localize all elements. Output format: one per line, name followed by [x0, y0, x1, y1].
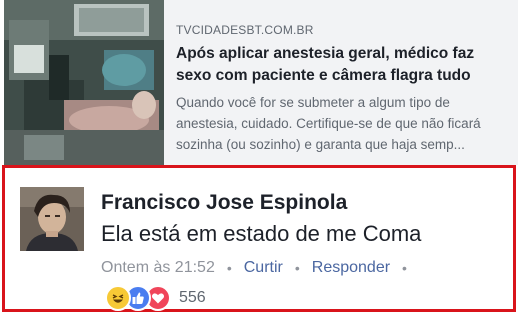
comment-actions: Ontem às 21:52 • Curtir • Responder •	[101, 257, 419, 279]
comment-timestamp[interactable]: Ontem às 21:52	[101, 257, 215, 279]
comment-text: Ela está em estado de me Coma	[101, 221, 422, 246]
reply-button[interactable]: Responder	[312, 257, 390, 279]
link-description: Quando você for se submeter a algum tipo…	[176, 92, 510, 155]
facebook-post-fragment: TVCIDADESBT.COM.BR Após aplicar anestesi…	[0, 0, 518, 314]
link-title[interactable]: Após aplicar anestesia geral, médico faz…	[176, 43, 510, 87]
link-description-line: anestesia, cuidado. Certifique-se de que…	[176, 116, 481, 131]
haha-icon	[105, 285, 131, 311]
reaction-summary[interactable]: 556	[105, 285, 206, 311]
link-title-line: sexo com paciente e câmera flagra tudo	[176, 67, 471, 84]
comment-author-name[interactable]: Francisco Jose Espinola	[101, 189, 347, 217]
reaction-count[interactable]: 556	[179, 287, 206, 309]
separator-dot: •	[294, 260, 300, 276]
link-description-line: sozinha (ou sozinho) e garanta que haja …	[176, 137, 465, 152]
link-title-line: Após aplicar anestesia geral, médico faz	[176, 45, 475, 62]
avatar[interactable]	[20, 187, 84, 251]
link-domain: TVCIDADESBT.COM.BR	[176, 23, 314, 37]
link-preview-thumbnail[interactable]	[4, 0, 164, 165]
separator-dot: •	[402, 260, 407, 276]
surgery-room-image	[4, 0, 164, 165]
highlighted-comment: Francisco Jose Espinola Ela está em esta…	[2, 165, 516, 312]
link-preview-text[interactable]: TVCIDADESBT.COM.BR Após aplicar anestesi…	[164, 0, 518, 165]
link-preview-card[interactable]: TVCIDADESBT.COM.BR Após aplicar anestesi…	[4, 0, 518, 165]
profile-photo	[20, 187, 84, 251]
like-button[interactable]: Curtir	[244, 257, 283, 279]
separator-dot: •	[226, 260, 232, 276]
link-description-line: Quando você for se submeter a algum tipo…	[176, 95, 450, 110]
